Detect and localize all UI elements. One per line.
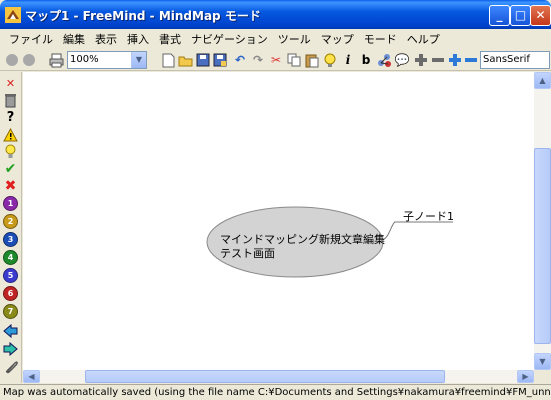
paste-icon[interactable]	[304, 52, 320, 68]
vertical-scroll-thumb[interactable]	[534, 148, 551, 344]
cross-icon[interactable]: ✖	[3, 178, 18, 194]
zoom-in-icon[interactable]	[413, 52, 429, 68]
icon-palette: ✕ ? ✔ ✖ 1 2 3 4 5 6 7	[0, 72, 22, 383]
save-icon[interactable]	[195, 52, 211, 68]
menu-bar: ファイル 編集 表示 挿入 書式 ナビゲーション ツール マップ モード ヘルプ	[0, 29, 551, 49]
priority-6-icon[interactable]: 6	[3, 286, 18, 301]
priority-4-icon[interactable]: 4	[3, 250, 18, 265]
vertical-scrollbar[interactable]: ▲ ▼	[534, 72, 551, 370]
priority-7-icon[interactable]: 7	[3, 304, 18, 319]
menu-navigation[interactable]: ナビゲーション	[186, 31, 273, 47]
italic-icon[interactable]: i	[340, 52, 356, 68]
font-family-field[interactable]: SansSerif	[480, 51, 550, 69]
forward-arrow-icon[interactable]	[3, 341, 18, 356]
toolbar: 100% ▼ ↶ ↷ ✂ i b 💬 SansSerif	[0, 49, 551, 71]
priority-1-icon[interactable]: 1	[3, 196, 18, 211]
scroll-right-icon[interactable]: ▶	[517, 370, 534, 383]
menu-view[interactable]: 表示	[90, 31, 122, 47]
remove-node-icon[interactable]	[463, 52, 479, 68]
new-map-icon[interactable]	[160, 52, 176, 68]
attachment-icon[interactable]	[3, 359, 18, 374]
menu-tools[interactable]: ツール	[273, 31, 316, 47]
warning-icon[interactable]	[3, 127, 18, 142]
menu-mode[interactable]: モード	[359, 31, 402, 47]
scroll-up-icon[interactable]: ▲	[534, 72, 551, 89]
menu-format[interactable]: 書式	[154, 31, 186, 47]
title-bar: マップ1 - FreeMind - MindMap モード _ □ ✕	[0, 0, 551, 29]
back-arrow-icon[interactable]	[3, 323, 18, 338]
trash-icon[interactable]	[3, 93, 18, 108]
speech-bubble-icon[interactable]: 💬	[394, 52, 410, 68]
question-icon[interactable]: ?	[3, 110, 18, 125]
forward-icon[interactable]	[21, 52, 37, 68]
root-node-line2[interactable]: テスト画面	[220, 245, 275, 261]
save-as-icon[interactable]	[212, 52, 228, 68]
bold-icon[interactable]: b	[358, 52, 374, 68]
edge-root-child	[380, 221, 453, 241]
add-node-icon[interactable]	[447, 52, 463, 68]
priority-2-icon[interactable]: 2	[3, 214, 18, 229]
priority-3-icon[interactable]: 3	[3, 232, 18, 247]
priority-5-icon[interactable]: 5	[3, 268, 18, 283]
close-button[interactable]: ✕	[530, 5, 551, 26]
scroll-corner	[534, 370, 551, 383]
status-bar: Map was automatically saved (using the f…	[0, 384, 551, 400]
cloud-icon[interactable]	[376, 52, 392, 68]
zoom-select[interactable]: 100% ▼	[67, 51, 147, 69]
minimize-button[interactable]: _	[489, 5, 510, 26]
menu-help[interactable]: ヘルプ	[402, 31, 445, 47]
undo-icon[interactable]: ↶	[232, 52, 248, 68]
freemind-app-icon[interactable]	[5, 7, 21, 23]
remove-icon[interactable]: ✕	[3, 76, 18, 91]
window-title: マップ1 - FreeMind - MindMap モード	[25, 9, 261, 23]
child-node[interactable]: 子ノード1	[403, 208, 454, 224]
menu-file[interactable]: ファイル	[4, 31, 58, 47]
mindmap-graphics	[206, 206, 453, 278]
mindmap-canvas[interactable]: マインドマッピング新規文章編集 テスト画面 子ノード1	[23, 72, 534, 370]
checkmark-icon[interactable]: ✔	[3, 161, 18, 177]
scroll-down-icon[interactable]: ▼	[534, 353, 551, 370]
back-icon[interactable]	[4, 52, 20, 68]
zoom-value: 100%	[70, 54, 99, 65]
menu-map[interactable]: マップ	[316, 31, 359, 47]
copy-icon[interactable]	[286, 52, 302, 68]
redo-icon[interactable]: ↷	[250, 52, 266, 68]
menu-edit[interactable]: 編集	[58, 31, 90, 47]
scroll-left-icon[interactable]: ◀	[23, 370, 40, 383]
idea-icon[interactable]	[322, 52, 338, 68]
cut-icon[interactable]: ✂	[268, 52, 284, 68]
lightbulb-icon[interactable]	[3, 144, 18, 159]
chevron-down-icon[interactable]: ▼	[131, 52, 146, 68]
maximize-button[interactable]: □	[510, 5, 531, 26]
horizontal-scroll-thumb[interactable]	[85, 370, 445, 383]
open-folder-icon[interactable]	[177, 52, 193, 68]
menu-insert[interactable]: 挿入	[122, 31, 154, 47]
horizontal-scrollbar[interactable]: ◀ ▶	[23, 370, 534, 383]
zoom-out-icon[interactable]	[430, 52, 446, 68]
print-icon[interactable]	[48, 52, 64, 68]
